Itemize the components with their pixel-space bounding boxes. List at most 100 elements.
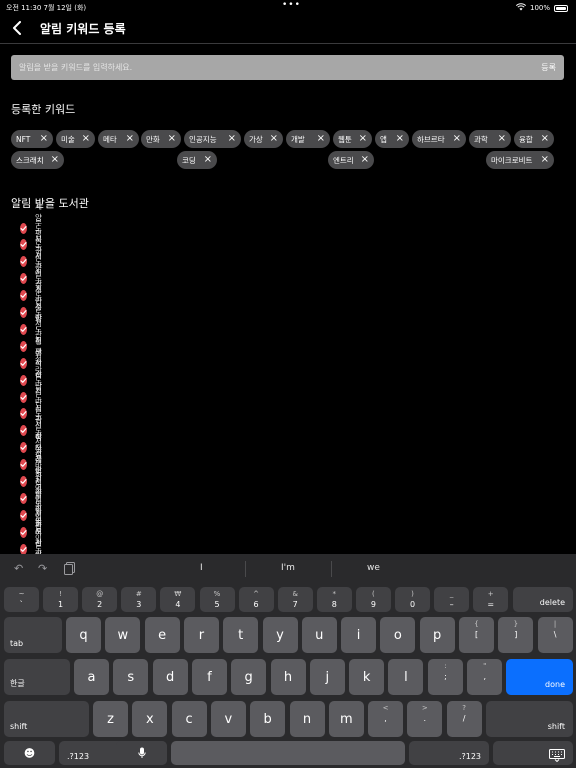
letter-key[interactable]: u <box>301 617 337 653</box>
letter-key[interactable]: f <box>191 659 227 695</box>
punct-key[interactable]: ", <box>467 659 503 695</box>
letter-key[interactable]: a <box>74 659 109 695</box>
dictation-key[interactable] <box>116 741 167 765</box>
checkbox-checked-icon[interactable] <box>20 391 27 403</box>
remove-keyword-icon[interactable]: × <box>126 132 134 145</box>
letter-key[interactable]: o <box>380 617 416 653</box>
multitask-dots-icon[interactable]: ••• <box>282 0 301 10</box>
number-key[interactable]: ^ 6 <box>238 587 274 612</box>
letter-key[interactable]: n <box>289 701 325 737</box>
undo-icon[interactable]: ↶ <box>14 562 23 575</box>
checkbox-checked-icon[interactable] <box>20 374 27 386</box>
checkbox-checked-icon[interactable] <box>20 459 27 471</box>
shift-left-key[interactable]: shift <box>4 701 89 737</box>
number-key[interactable]: #3 <box>121 587 157 612</box>
language-key[interactable]: 한글 <box>4 659 70 695</box>
letter-key[interactable]: r <box>183 617 219 653</box>
number-key[interactable]: @2 <box>82 587 118 612</box>
checkbox-checked-icon[interactable] <box>20 526 27 538</box>
remove-keyword-icon[interactable]: × <box>270 132 278 145</box>
punct-key[interactable]: :; <box>428 659 463 695</box>
letter-key[interactable]: g <box>231 659 267 695</box>
remove-keyword-icon[interactable]: × <box>541 132 549 145</box>
letter-key[interactable]: i <box>341 617 377 653</box>
letter-key[interactable]: m <box>328 701 364 737</box>
checkbox-checked-icon[interactable] <box>20 509 27 521</box>
remove-keyword-icon[interactable]: × <box>82 132 90 145</box>
number-key[interactable]: * 8 <box>316 587 352 612</box>
checkbox-checked-icon[interactable] <box>20 442 27 454</box>
hide-keyboard-key[interactable] <box>493 741 573 765</box>
tab-key[interactable]: tab <box>4 617 62 653</box>
checkbox-checked-icon[interactable] <box>20 307 27 318</box>
checkbox-checked-icon[interactable] <box>20 239 27 251</box>
emoji-key[interactable]: ☻ <box>4 741 55 765</box>
punct-key[interactable]: <, <box>368 701 403 737</box>
checkbox-checked-icon[interactable] <box>20 323 27 335</box>
done-key[interactable]: done <box>506 659 573 695</box>
remove-keyword-icon[interactable]: × <box>168 132 176 145</box>
punct-key[interactable]: | \ <box>537 617 573 653</box>
letter-key[interactable]: e <box>144 617 180 653</box>
checkbox-checked-icon[interactable] <box>20 340 27 352</box>
suggestion-3[interactable]: we <box>367 563 380 573</box>
checkbox-checked-icon[interactable] <box>20 222 27 234</box>
remove-keyword-icon[interactable]: × <box>359 132 367 145</box>
number-key[interactable]: (9 <box>355 587 391 612</box>
number-key[interactable]: + = <box>473 587 509 612</box>
remove-keyword-icon[interactable]: × <box>228 132 236 145</box>
checkbox-checked-icon[interactable] <box>20 425 27 437</box>
remove-keyword-icon[interactable]: × <box>40 132 48 145</box>
suggestion-1[interactable]: I <box>200 563 203 573</box>
letter-key[interactable]: j <box>309 659 345 695</box>
checkbox-checked-icon[interactable] <box>20 543 27 555</box>
remove-keyword-icon[interactable]: × <box>541 153 549 166</box>
remove-keyword-icon[interactable]: × <box>453 132 461 145</box>
letter-key[interactable]: y <box>262 617 298 653</box>
number-key[interactable]: ~ ` <box>4 587 39 612</box>
checkbox-checked-icon[interactable] <box>20 476 27 487</box>
redo-icon[interactable]: ↷ <box>38 562 47 575</box>
suggestion-2[interactable]: I'm <box>281 563 295 573</box>
letter-key[interactable]: b <box>250 701 286 737</box>
remove-keyword-icon[interactable]: × <box>498 132 506 145</box>
letter-key[interactable]: h <box>270 659 306 695</box>
paste-icon[interactable] <box>64 562 75 578</box>
back-button[interactable] <box>8 18 26 38</box>
remove-keyword-icon[interactable]: × <box>317 132 325 145</box>
number-key[interactable]: ! 1 <box>43 587 79 612</box>
letter-key[interactable]: p <box>419 617 455 653</box>
punct-key[interactable]: {[ <box>459 617 494 653</box>
number-key[interactable]: _ – <box>434 587 470 612</box>
checkbox-checked-icon[interactable] <box>20 273 27 285</box>
letter-key[interactable]: q <box>66 617 101 653</box>
checkbox-checked-icon[interactable] <box>20 408 27 420</box>
letter-key[interactable]: z <box>93 701 128 737</box>
punct-key[interactable]: }] <box>498 617 534 653</box>
keyword-input[interactable] <box>11 55 531 80</box>
number-key[interactable]: ) 0 <box>395 587 430 612</box>
number-key[interactable]: & 7 <box>277 587 313 612</box>
checkbox-checked-icon[interactable] <box>20 492 27 504</box>
letter-key[interactable]: s <box>113 659 149 695</box>
letter-key[interactable]: d <box>152 659 188 695</box>
remove-keyword-icon[interactable]: × <box>361 153 369 166</box>
letter-key[interactable]: w <box>105 617 141 653</box>
remove-keyword-icon[interactable]: × <box>51 153 59 166</box>
numbers-key-right[interactable]: .?123 <box>409 741 489 765</box>
register-button[interactable]: 등록 <box>541 62 556 73</box>
letter-key[interactable]: l <box>388 659 424 695</box>
remove-keyword-icon[interactable]: × <box>204 153 212 166</box>
number-key[interactable]: ₩4 <box>160 587 196 612</box>
checkbox-checked-icon[interactable] <box>20 256 27 268</box>
remove-keyword-icon[interactable]: × <box>396 132 404 145</box>
punct-key[interactable]: >. <box>407 701 443 737</box>
checkbox-checked-icon[interactable] <box>20 290 27 302</box>
space-key[interactable] <box>171 741 405 765</box>
letter-key[interactable]: k <box>349 659 385 695</box>
shift-right-key[interactable]: shift <box>486 701 573 737</box>
letter-key[interactable]: x <box>132 701 168 737</box>
letter-key[interactable]: v <box>210 701 246 737</box>
delete-key[interactable]: delete <box>513 587 573 612</box>
checkbox-checked-icon[interactable] <box>20 357 27 369</box>
